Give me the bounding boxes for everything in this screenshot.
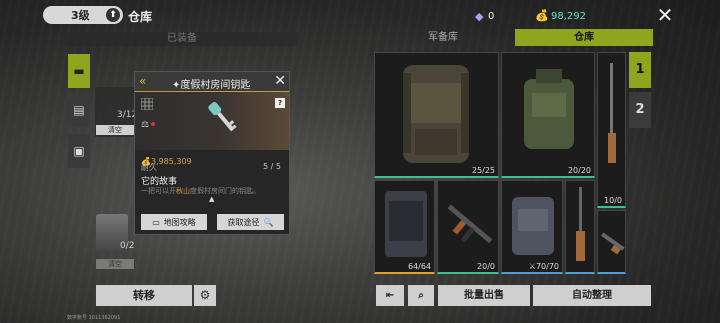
item-count: 10/0 bbox=[604, 196, 622, 205]
tab-gear[interactable]: ▤ bbox=[68, 93, 90, 127]
item-count: 20/0 bbox=[477, 262, 495, 271]
auto-sort-button[interactable]: 自动整理 bbox=[533, 285, 651, 306]
assault-rifle-icon bbox=[447, 204, 493, 244]
bag-icon: ▣ bbox=[73, 144, 85, 158]
level-pill[interactable]: 3级 ⬆ bbox=[43, 6, 123, 24]
search-icon: ⌕ bbox=[418, 290, 424, 301]
map-guide-button[interactable]: ▭ 地图攻略 bbox=[141, 214, 207, 230]
collapse-icon[interactable]: « bbox=[139, 74, 146, 88]
sniper-rifle-icon bbox=[608, 63, 616, 163]
rifle-icon bbox=[576, 187, 585, 261]
armor-item[interactable]: ⚔70/70 bbox=[501, 180, 563, 274]
slot2-count: 0/2 bbox=[120, 241, 135, 251]
equipped-header: 已装备 bbox=[66, 32, 298, 46]
item-detail-popup: « ✦度假村房间钥匙 ✕ ⚖ ? 💰3,985,309 耐久 5 / 5 它的故… bbox=[134, 71, 290, 235]
item-count: 20/20 bbox=[567, 166, 591, 175]
bulk-sell-button[interactable]: 批量出售 bbox=[438, 285, 530, 306]
backpack-item[interactable]: 25/25 bbox=[374, 52, 499, 178]
grid-icon bbox=[141, 98, 153, 110]
settings-button[interactable]: ⚙ bbox=[194, 285, 216, 306]
rifle-item-2[interactable] bbox=[565, 180, 595, 274]
case-item[interactable]: 64/64 bbox=[374, 180, 435, 274]
backpack-icon: ▤ bbox=[73, 103, 85, 117]
item-count: 64/64 bbox=[407, 262, 431, 271]
item-count: 25/25 bbox=[471, 166, 495, 175]
money-icon: 💰 bbox=[535, 9, 549, 22]
back-arrow-icon: ⇤ bbox=[385, 290, 395, 301]
page-1-button[interactable]: 1 bbox=[629, 52, 651, 88]
rifle-item-1[interactable]: 10/0 bbox=[597, 52, 626, 208]
expand-arrow-icon[interactable]: ▲ bbox=[209, 195, 214, 203]
level-up-icon: ⬆ bbox=[106, 8, 120, 22]
close-icon[interactable]: ✕ bbox=[655, 5, 675, 25]
transfer-button[interactable]: 转移 bbox=[96, 285, 192, 306]
durability-value: 5 / 5 bbox=[263, 162, 281, 171]
story-text: 一把可以开秋山度假村房间门的钥匙。 bbox=[141, 187, 260, 195]
gun-icon: ▬ bbox=[73, 64, 85, 78]
body-armor-icon bbox=[512, 197, 554, 255]
search-icon: 🔍 bbox=[263, 217, 274, 227]
durability-label: 耐久 bbox=[141, 163, 157, 172]
popup-title: ✦度假村房间钥匙 bbox=[172, 80, 251, 91]
close-icon[interactable]: ✕ bbox=[274, 73, 286, 89]
search-button[interactable]: ⌕ bbox=[408, 285, 434, 306]
rifle-item-3[interactable] bbox=[597, 210, 626, 274]
item-count: ⚔70/70 bbox=[528, 262, 559, 271]
gem-count: 0 bbox=[488, 11, 495, 22]
slot1-empty-button[interactable]: 清空 bbox=[96, 125, 134, 135]
help-icon[interactable]: ? bbox=[275, 98, 285, 108]
back-button[interactable]: ⇤ bbox=[376, 285, 404, 306]
popup-header: « ✦度假村房间钥匙 ✕ bbox=[135, 72, 289, 92]
page-2-button[interactable]: 2 bbox=[629, 92, 651, 128]
weight-icon: ⚖ bbox=[141, 120, 150, 130]
tab-weapons[interactable]: ▬ bbox=[68, 54, 90, 88]
item-art: ⚖ ? 💰3,985,309 bbox=[135, 92, 289, 166]
account-id: 数字账号 1011362091 bbox=[67, 315, 121, 321]
rifle-icon bbox=[601, 232, 625, 255]
key-icon bbox=[208, 102, 237, 132]
alert-dot bbox=[151, 122, 155, 126]
tab-arsenal[interactable]: 军备库 bbox=[373, 29, 513, 46]
slot2-empty-button[interactable]: 清空 bbox=[96, 259, 134, 269]
backpack-icon bbox=[403, 65, 469, 163]
tab-warehouse[interactable]: 仓库 bbox=[515, 29, 653, 46]
tab-bag[interactable]: ▣ bbox=[68, 134, 90, 168]
gear-icon: ⚙ bbox=[199, 288, 211, 302]
ak-item[interactable]: 20/0 bbox=[437, 180, 499, 274]
get-path-button[interactable]: 获取途径 🔍 bbox=[217, 214, 284, 230]
page-title: 仓库 bbox=[128, 10, 153, 24]
vest-item[interactable]: 20/20 bbox=[501, 52, 595, 178]
weapon-case-icon bbox=[385, 191, 427, 257]
money-count: 98,292 bbox=[551, 11, 586, 22]
map-icon: ▭ bbox=[152, 217, 160, 227]
level-label: 3级 bbox=[71, 9, 90, 22]
tactical-vest-icon bbox=[524, 69, 574, 149]
gem-icon: ◆ bbox=[475, 10, 484, 23]
